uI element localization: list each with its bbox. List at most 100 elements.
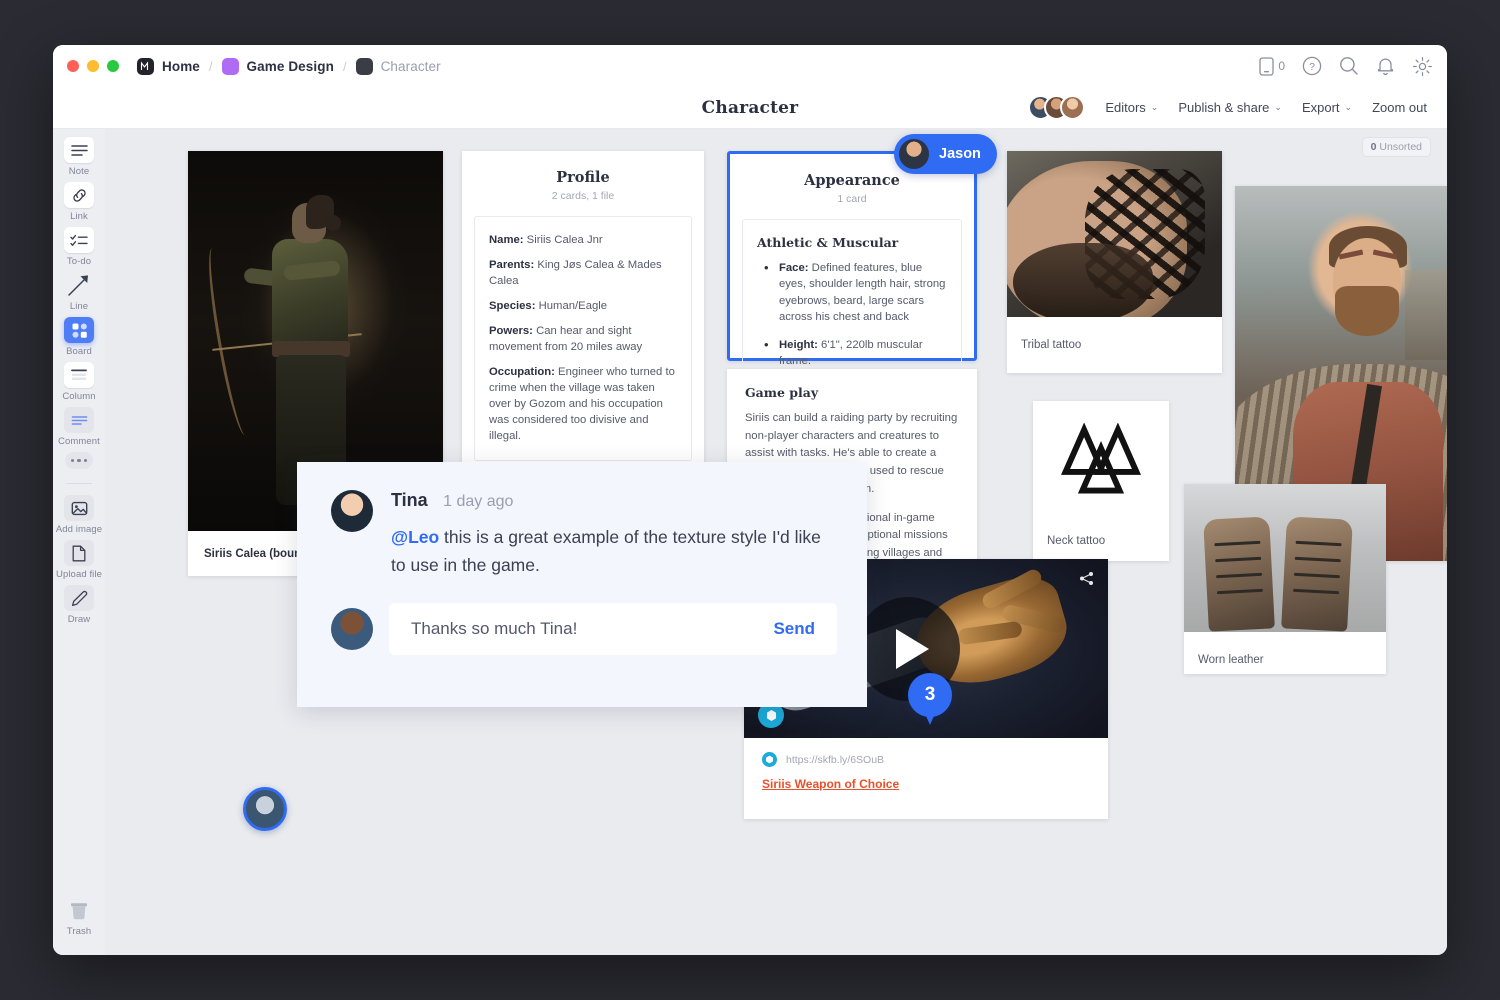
help-icon[interactable]: ? xyxy=(1302,56,1322,76)
breadcrumb-item-game-design[interactable]: Game Design xyxy=(222,58,334,75)
breadcrumb: Home / Game Design / Character xyxy=(137,58,441,75)
profile-note[interactable]: Name: Siriis Calea Jnr Parents: King Jøs… xyxy=(474,216,692,461)
avatar xyxy=(897,137,931,171)
sidebar-label-board: Board xyxy=(66,346,92,357)
card-profile[interactable]: Profile 2 cards, 1 file Name: Siriis Cal… xyxy=(462,151,704,511)
avatar xyxy=(331,608,373,650)
breadcrumb-label-home: Home xyxy=(162,59,200,74)
field-label: Parents: xyxy=(489,259,534,271)
unsorted-badge[interactable]: 0 Unsorted xyxy=(1362,137,1431,157)
export-menu[interactable]: Export ⌄ xyxy=(1302,100,1352,115)
boots-photo xyxy=(1184,484,1386,632)
breadcrumb-item-home[interactable]: Home xyxy=(137,58,200,75)
card-worn-leather[interactable]: Worn leather xyxy=(1184,484,1386,674)
comment-popup[interactable]: Tina 1 day ago @Leo this is a great exam… xyxy=(297,462,867,707)
milanote-logo-icon xyxy=(137,58,154,75)
sidebar-label-draw: Draw xyxy=(68,614,91,625)
avatar xyxy=(1060,95,1085,120)
image-icon xyxy=(64,495,94,521)
profile-title: Profile xyxy=(462,169,704,186)
settings-icon[interactable] xyxy=(1412,56,1433,77)
purple-square-icon xyxy=(222,58,239,75)
notifications-icon[interactable] xyxy=(1376,56,1395,76)
profile-header: Profile 2 cards, 1 file xyxy=(462,151,704,202)
sidebar-item-todo[interactable]: To-do xyxy=(53,227,105,267)
pen-icon xyxy=(64,585,94,611)
editors-label: Editors xyxy=(1105,100,1145,115)
sidebar-label-line: Line xyxy=(70,301,88,312)
unsorted-label: Unsorted xyxy=(1379,141,1422,153)
desktop-background: Home / Game Design / Character 0 xyxy=(0,0,1500,1000)
publish-share-menu[interactable]: Publish & share ⌄ xyxy=(1178,100,1282,115)
sidebar-item-column[interactable]: Column xyxy=(53,362,105,402)
column-icon xyxy=(64,362,94,388)
link-title[interactable]: Siriis Weapon of Choice xyxy=(762,777,1090,791)
share-icon[interactable] xyxy=(1079,571,1094,591)
sidebar-label-comment: Comment xyxy=(58,436,100,447)
window-traffic-lights[interactable] xyxy=(67,60,119,72)
chevron-down-icon: ⌄ xyxy=(1151,102,1159,113)
board-icon xyxy=(64,317,94,343)
comment-timestamp: 1 day ago xyxy=(443,493,513,510)
reply-input-value: Thanks so much Tina! xyxy=(411,619,773,639)
editor-avatars[interactable] xyxy=(1028,95,1085,120)
titlebar-actions: 0 ? xyxy=(1259,56,1433,77)
appearance-title: Appearance xyxy=(730,172,974,189)
grey-square-icon xyxy=(356,58,373,75)
comment-pin[interactable]: 3 xyxy=(908,673,952,727)
zoom-out-button[interactable]: Zoom out xyxy=(1372,100,1427,115)
line-icon xyxy=(64,272,94,298)
profile-field-occupation: Occupation: Engineer who turned to crime… xyxy=(489,364,677,444)
sidebar-item-draw[interactable]: Draw xyxy=(53,585,105,625)
minimize-window-button[interactable] xyxy=(87,60,99,72)
breadcrumb-item-character[interactable]: Character xyxy=(356,58,441,75)
app-window: Home / Game Design / Character 0 xyxy=(53,45,1447,955)
unsorted-count: 0 xyxy=(1371,141,1377,153)
svg-text:?: ? xyxy=(1309,61,1315,73)
field-value: Human/Eagle xyxy=(539,300,607,312)
sidebar-item-link[interactable]: Link xyxy=(53,182,105,222)
more-horizontal-icon xyxy=(65,452,93,469)
avatar xyxy=(331,490,373,532)
comment-reply-input[interactable]: Thanks so much Tina! Send xyxy=(389,603,837,655)
sidebar-item-add-image[interactable]: Add image xyxy=(53,495,105,535)
appearance-subtitle: 1 card xyxy=(730,193,974,205)
sidebar-item-note[interactable]: Note xyxy=(53,137,105,177)
zoom-out-label: Zoom out xyxy=(1372,100,1427,115)
tribal-tattoo-caption: Tribal tattoo xyxy=(1007,317,1222,373)
send-button[interactable]: Send xyxy=(773,619,815,639)
appearance-bullet-face: Face: Defined features, blue eyes, shoul… xyxy=(757,260,947,326)
profile-subtitle: 2 cards, 1 file xyxy=(462,190,704,202)
mobile-icon[interactable]: 0 xyxy=(1259,57,1285,76)
sidebar-divider xyxy=(66,483,92,484)
window-titlebar: Home / Game Design / Character 0 xyxy=(53,45,1447,87)
comment-icon xyxy=(64,407,94,433)
sidebar-item-board[interactable]: Board xyxy=(53,317,105,357)
field-label: Occupation: xyxy=(489,366,555,378)
close-window-button[interactable] xyxy=(67,60,79,72)
card-appearance[interactable]: Appearance 1 card Athletic & Muscular Fa… xyxy=(727,151,977,361)
search-icon[interactable] xyxy=(1339,56,1359,76)
editors-menu[interactable]: Editors ⌄ xyxy=(1105,100,1158,115)
link-metadata: https://skfb.ly/6SOuB Siriis Weapon of C… xyxy=(744,738,1108,791)
card-tribal-tattoo[interactable]: Tribal tattoo xyxy=(1007,151,1222,373)
app-body: Note Link To-do xyxy=(53,129,1447,955)
sidebar-item-comment[interactable]: Comment xyxy=(53,407,105,447)
board-canvas[interactable]: 0 Unsorted xyxy=(105,129,1447,955)
sidebar-item-line[interactable]: Line xyxy=(53,272,105,312)
card-neck-tattoo[interactable]: Neck tattoo xyxy=(1033,401,1169,561)
comment-author: Tina xyxy=(391,490,428,510)
link-url-row: https://skfb.ly/6SOuB xyxy=(762,752,1090,767)
appearance-heading: Athletic & Muscular xyxy=(757,235,947,250)
sidebar-more-options[interactable] xyxy=(53,452,105,469)
file-icon xyxy=(64,540,94,566)
comment-mention[interactable]: @Leo xyxy=(391,527,439,547)
maximize-window-button[interactable] xyxy=(107,60,119,72)
collaborator-avatar-canvas[interactable] xyxy=(243,787,287,831)
sidebar-label-note: Note xyxy=(69,166,89,177)
sidebar-label-column: Column xyxy=(62,391,95,402)
sidebar-item-upload-file[interactable]: Upload file xyxy=(53,540,105,580)
appearance-note[interactable]: Athletic & Muscular Face: Defined featur… xyxy=(742,219,962,386)
sidebar-item-trash[interactable]: Trash xyxy=(53,897,105,937)
trash-icon xyxy=(64,897,94,923)
